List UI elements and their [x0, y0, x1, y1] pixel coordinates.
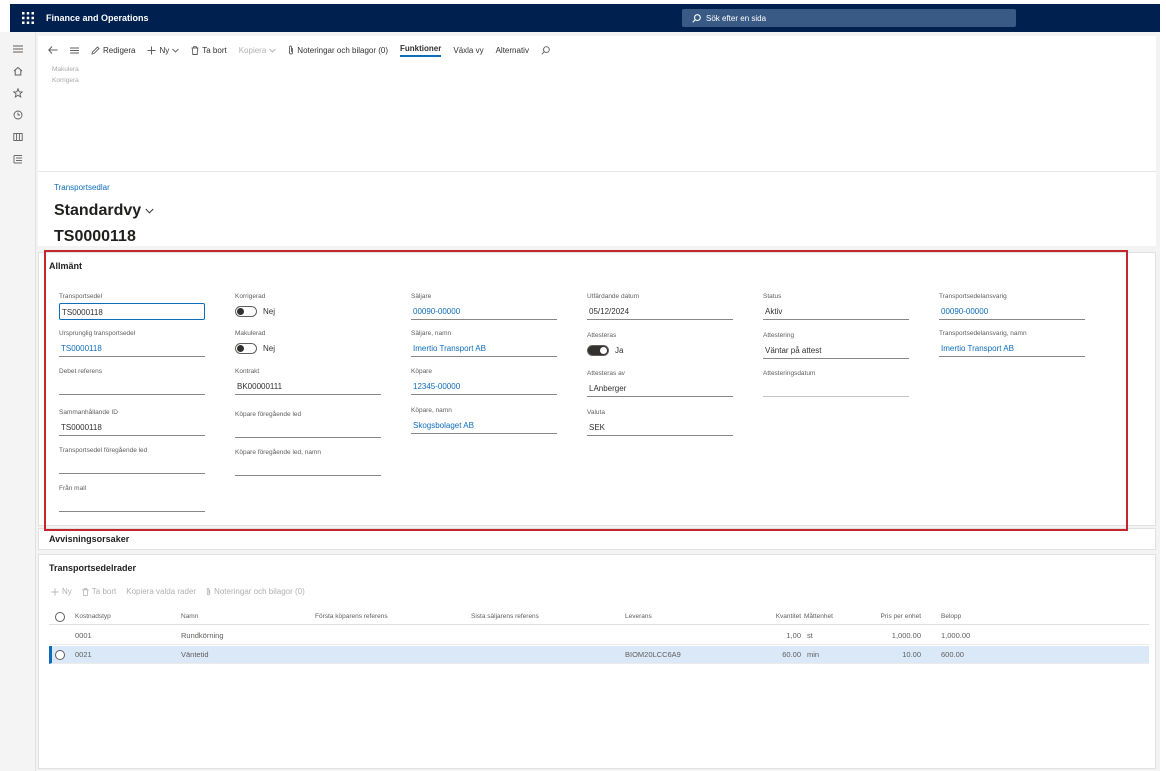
cell-pris: 1,000.00: [891, 631, 921, 640]
col-kvantitet[interactable]: Kvantitet: [749, 609, 801, 624]
lines-grid-header: Kostnadstyp Namn Första köparens referen…: [49, 609, 1149, 625]
functions-group: Makulera Korrigera: [38, 64, 1156, 86]
table-row[interactable]: 0001 Rundkörning 1,00 st 1,000.00 1,000.…: [49, 627, 1149, 645]
rejection-fasttab[interactable]: Avvisningsorsaker: [38, 528, 1156, 550]
col-forsta-referens[interactable]: Första köparens referens: [315, 609, 388, 624]
lines-new-button[interactable]: Ny: [51, 587, 72, 596]
cell-enhet: min: [807, 650, 820, 659]
menu-button[interactable]: [70, 47, 79, 54]
cell-namn: Rundkörning: [181, 631, 224, 640]
back-button[interactable]: [48, 46, 58, 54]
modules-icon[interactable]: [0, 148, 36, 170]
delete-button[interactable]: Ta bort: [191, 45, 227, 55]
edit-button[interactable]: Redigera: [91, 46, 135, 55]
lines-notes-button[interactable]: Noteringar och bilagor (0): [206, 587, 305, 596]
action-search-button[interactable]: [541, 45, 550, 55]
top-bar: Finance and Operations Sök efter en sida: [10, 4, 1160, 32]
plus-icon: [147, 46, 156, 54]
chevron-down-icon: [269, 48, 277, 53]
highlight-box: [44, 250, 1128, 531]
view-name: Standardvy: [54, 202, 142, 219]
app-title[interactable]: Finance and Operations: [46, 13, 149, 23]
page-search-box[interactable]: Sök efter en sida: [682, 9, 1016, 27]
lines-fasttab: Transportsedelrader Ny Ta bort Kopiera v…: [38, 554, 1156, 769]
cell-kostnadstyp: 0001: [75, 631, 92, 640]
select-all-radio[interactable]: [55, 609, 65, 624]
edit-label: Redigera: [103, 45, 136, 55]
app-launcher-icon[interactable]: [10, 4, 46, 32]
app-window: Finance and Operations Sök efter en sida: [0, 0, 1166, 771]
cell-kvantitet: 60.00: [782, 650, 801, 659]
clock-icon[interactable]: [0, 104, 36, 126]
view-selector[interactable]: Standardvy: [54, 202, 1156, 220]
list-menu-icon: [70, 47, 79, 53]
copy-label: Kopiera: [238, 45, 267, 55]
col-sista-referens[interactable]: Sista säljarens referens: [471, 609, 539, 624]
notes-attachments-button[interactable]: Noteringar och bilagor (0): [288, 45, 388, 55]
col-leverans[interactable]: Leverans: [625, 609, 652, 624]
back-arrow-icon: [48, 46, 58, 54]
chevron-down-icon: [172, 48, 180, 53]
new-label: Ny: [159, 45, 170, 55]
cell-belopp: 600.00: [941, 650, 964, 659]
cell-enhet: st: [807, 631, 813, 640]
row-select-radio[interactable]: [55, 646, 65, 663]
col-kostnadstyp[interactable]: Kostnadstyp: [75, 609, 111, 624]
paperclip-icon: [289, 45, 294, 55]
search-placeholder: Sök efter en sida: [706, 13, 767, 23]
search-icon: [541, 45, 550, 55]
lines-delete-button[interactable]: Ta bort: [82, 587, 116, 596]
cell-kvantitet: 1,00: [786, 631, 801, 640]
page-title: TS0000118: [54, 228, 136, 245]
cell-pris: 10.00: [902, 650, 921, 659]
col-namn[interactable]: Namn: [181, 609, 198, 624]
breadcrumb[interactable]: Transportsedlar: [54, 172, 1156, 192]
nav-rail: [0, 32, 36, 771]
cell-namn: Väntetid: [181, 650, 209, 659]
rejection-title[interactable]: Avvisningsorsaker: [39, 529, 1155, 544]
notes-label: Noteringar och bilagor (0): [297, 45, 389, 55]
lines-title[interactable]: Transportsedelrader: [39, 555, 1155, 573]
col-pris[interactable]: Pris per enhet: [859, 609, 921, 624]
star-icon[interactable]: [0, 82, 36, 104]
new-button[interactable]: Ny: [147, 45, 180, 55]
tab-functions[interactable]: Funktioner: [400, 44, 442, 57]
workspaces-icon[interactable]: [0, 126, 36, 148]
cell-leverans: BIOM20LCC6A9: [625, 650, 681, 659]
home-icon[interactable]: [0, 60, 36, 82]
trash-icon: [82, 587, 89, 596]
cell-kostnadstyp: 0021: [75, 650, 92, 659]
plus-icon: [51, 587, 59, 596]
cell-belopp: 1,000.00: [941, 631, 971, 640]
action-pane: Redigera Ny Ta bort Kopiera Noteringar o…: [38, 36, 1156, 172]
paperclip-icon: [206, 587, 211, 596]
col-mattenhet[interactable]: Måttenhet: [804, 609, 833, 624]
copy-button[interactable]: Kopiera: [239, 46, 277, 55]
col-belopp[interactable]: Belopp: [941, 609, 961, 624]
table-row-selected[interactable]: 0021 Väntetid BIOM20LCC6A9 60.00 min 10.…: [49, 646, 1149, 664]
pencil-icon: [91, 45, 100, 55]
page-header: Transportsedlar Standardvy TS0000118: [38, 172, 1156, 246]
lines-toolbar: Ny Ta bort Kopiera valda rader Noteringa…: [39, 587, 1155, 596]
trash-icon: [191, 45, 199, 55]
tab-switch-view[interactable]: Växla vy: [453, 46, 483, 55]
hamburger-icon[interactable]: [0, 38, 36, 60]
void-action[interactable]: Makulera: [52, 64, 1156, 75]
search-icon: [692, 13, 701, 23]
lines-copy-selected-button[interactable]: Kopiera valda rader: [126, 587, 196, 596]
correct-action[interactable]: Korrigera: [52, 75, 1156, 86]
chevron-down-icon: [145, 208, 154, 214]
delete-label: Ta bort: [202, 45, 227, 55]
tab-options[interactable]: Alternativ: [496, 46, 529, 55]
